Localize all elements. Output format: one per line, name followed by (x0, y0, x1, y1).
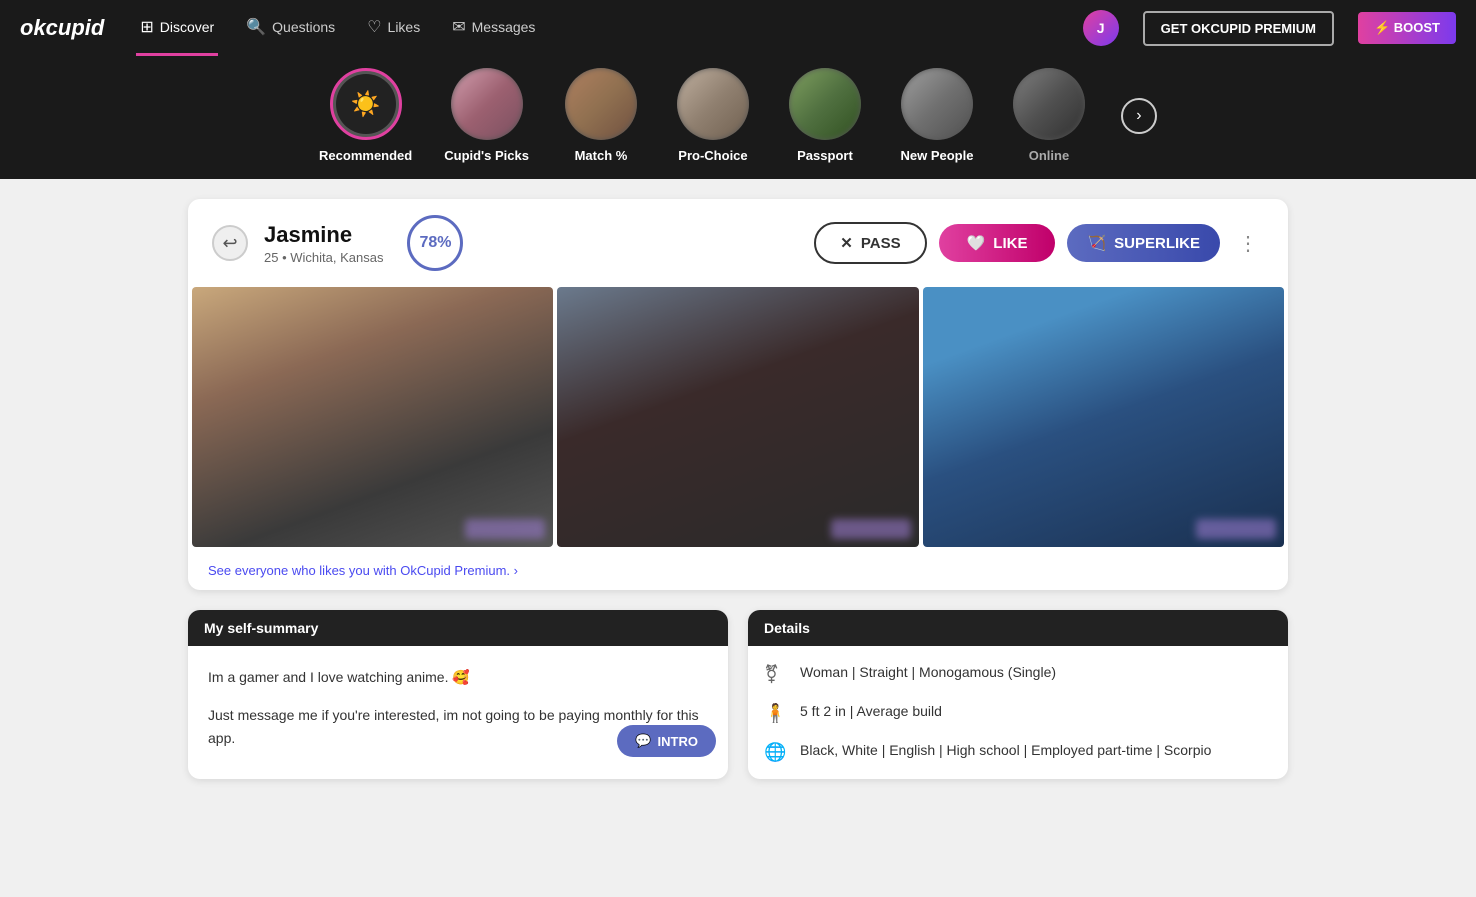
next-arrow[interactable]: › (1121, 98, 1157, 134)
profile-header: ↩ Jasmine 25 • Wichita, Kansas 78% ✕ PAS… (188, 199, 1288, 287)
intro-button[interactable]: 💬 INTRO (617, 725, 716, 757)
details-list: ⚧ Woman | Straight | Monogamous (Single)… (748, 646, 1288, 779)
superlike-button[interactable]: 🏹 SUPERLIKE (1067, 224, 1220, 262)
intro-icon: 💬 (635, 733, 651, 749)
category-label-pro-choice: Pro-Choice (678, 148, 747, 163)
premium-button[interactable]: GET OKCUPID PREMIUM (1143, 11, 1334, 46)
more-options-button[interactable]: ⋮ (1232, 227, 1264, 259)
like-icon: 🤍 (967, 234, 986, 252)
messages-icon: ✉ (452, 17, 465, 37)
category-item-cupids-picks[interactable]: Cupid's Picks (444, 68, 529, 163)
detail-item-height: 🧍 5 ft 2 in | Average build (764, 701, 1272, 724)
questions-icon: 🔍 (246, 17, 266, 37)
detail-item-gender: ⚧ Woman | Straight | Monogamous (Single) (764, 662, 1272, 685)
self-summary-body: Im a gamer and I love watching anime. 🥰 … (188, 646, 728, 769)
nav-item-questions[interactable]: 🔍 Questions (242, 0, 339, 56)
self-summary-card: My self-summary Im a gamer and I love wa… (188, 610, 728, 779)
category-item-pro-choice[interactable]: Pro-Choice (673, 68, 753, 163)
category-label-passport: Passport (797, 148, 853, 163)
pass-button[interactable]: ✕ PASS (814, 222, 926, 264)
recommended-thumb: ☀️ (330, 68, 402, 140)
likes-icon: ♡ (367, 17, 381, 37)
match-circle: 78% (407, 215, 463, 271)
cupids-picks-thumb (451, 68, 523, 140)
category-label-cupids-picks: Cupid's Picks (444, 148, 529, 163)
photos-grid (188, 287, 1288, 551)
photo-3[interactable] (923, 287, 1284, 547)
photo-2[interactable] (557, 287, 918, 547)
detail-text-gender: Woman | Straight | Monogamous (Single) (800, 662, 1056, 683)
globe-icon: 🌐 (764, 742, 788, 763)
gender-icon: ⚧ (764, 664, 788, 685)
category-item-passport[interactable]: Passport (785, 68, 865, 163)
category-label-match: Match % (575, 148, 628, 163)
superlike-icon: 🏹 (1087, 234, 1106, 252)
category-bar: ☀️ Recommended Cupid's Picks Match % Pro… (0, 56, 1476, 179)
category-item-match[interactable]: Match % (561, 68, 641, 163)
category-item-new-people[interactable]: New People (897, 68, 977, 163)
nav-item-discover[interactable]: ⊞ Discover (136, 0, 218, 56)
boost-button[interactable]: ⚡ BOOST (1358, 12, 1456, 44)
discover-icon: ⊞ (140, 17, 153, 37)
photo-1[interactable] (192, 287, 553, 547)
category-label-recommended: Recommended (319, 148, 412, 163)
user-avatar[interactable]: J (1083, 10, 1119, 46)
new-people-thumb (901, 68, 973, 140)
profile-info: Jasmine 25 • Wichita, Kansas (264, 222, 383, 265)
details-header: Details (748, 610, 1288, 646)
category-label-new-people: New People (900, 148, 973, 163)
undo-button[interactable]: ↩ (212, 225, 248, 261)
premium-prompt[interactable]: See everyone who likes you with OkCupid … (188, 551, 1288, 590)
nav-item-likes[interactable]: ♡ Likes (363, 0, 424, 56)
action-buttons: ✕ PASS 🤍 LIKE 🏹 SUPERLIKE ⋮ (814, 222, 1264, 264)
profile-sub: 25 • Wichita, Kansas (264, 250, 383, 265)
category-item-online[interactable]: Online (1009, 68, 1089, 163)
profile-card: ↩ Jasmine 25 • Wichita, Kansas 78% ✕ PAS… (188, 199, 1288, 590)
category-item-recommended[interactable]: ☀️ Recommended (319, 68, 412, 163)
pass-icon: ✕ (840, 234, 853, 252)
nav-item-messages[interactable]: ✉ Messages (448, 0, 539, 56)
logo: okcupid (20, 15, 104, 41)
detail-item-background: 🌐 Black, White | English | High school |… (764, 740, 1272, 763)
like-button[interactable]: 🤍 LIKE (939, 224, 1056, 262)
detail-text-height: 5 ft 2 in | Average build (800, 701, 942, 722)
top-navigation: okcupid ⊞ Discover 🔍 Questions ♡ Likes ✉… (0, 0, 1476, 56)
match-thumb (565, 68, 637, 140)
height-icon: 🧍 (764, 703, 788, 724)
pro-choice-thumb (677, 68, 749, 140)
passport-thumb (789, 68, 861, 140)
profile-name: Jasmine (264, 222, 383, 248)
detail-text-background: Black, White | English | High school | E… (800, 740, 1211, 761)
online-thumb (1013, 68, 1085, 140)
details-card: Details ⚧ Woman | Straight | Monogamous … (748, 610, 1288, 779)
self-summary-header: My self-summary (188, 610, 728, 646)
self-summary-text-1: Im a gamer and I love watching anime. 🥰 (208, 666, 708, 688)
category-label-online: Online (1029, 148, 1069, 163)
